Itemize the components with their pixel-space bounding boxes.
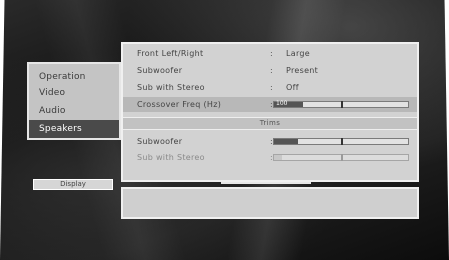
setting-row-front-left-right[interactable]: Front Left/Right : Large <box>123 46 417 61</box>
panel-divider <box>221 182 311 184</box>
slider-knob <box>341 154 343 161</box>
settings-category-menu: Operation Video Audio Speakers <box>27 62 121 140</box>
slider-fill <box>274 155 283 160</box>
trim-row-sub-with-stereo: Sub with Stereo : <box>123 150 417 165</box>
setting-value: Off <box>286 83 299 92</box>
separator: : <box>270 49 273 58</box>
trim-row-subwoofer[interactable]: Subwoofer : <box>123 134 417 149</box>
tv-screen: Operation Video Audio Speakers Display F… <box>0 0 449 260</box>
trim-label: Sub with Stereo <box>137 153 205 162</box>
speakers-settings-panel: Front Left/Right : Large Subwoofer : Pre… <box>121 42 419 182</box>
crossover-freq-slider[interactable]: 100 <box>273 100 409 108</box>
separator: : <box>270 83 273 92</box>
sub-with-stereo-trim-slider <box>273 154 409 161</box>
slider-value: 100 <box>276 100 288 107</box>
help-text-box <box>121 187 419 219</box>
display-button[interactable]: Display <box>33 179 113 190</box>
slider-knob[interactable] <box>341 101 343 108</box>
menu-item-video[interactable]: Video <box>29 84 119 102</box>
slider-knob[interactable] <box>341 138 343 145</box>
trims-section-header: Trims <box>123 117 417 130</box>
setting-row-sub-with-stereo[interactable]: Sub with Stereo : Off <box>123 80 417 95</box>
separator: : <box>270 66 273 75</box>
setting-label: Front Left/Right <box>137 49 204 58</box>
menu-item-audio[interactable]: Audio <box>29 102 119 120</box>
setting-row-subwoofer[interactable]: Subwoofer : Present <box>123 63 417 78</box>
slider-fill <box>274 139 299 144</box>
setting-value: Large <box>286 49 311 58</box>
setting-label: Sub with Stereo <box>137 83 205 92</box>
setting-label: Crossover Freq (Hz) <box>137 100 222 109</box>
setting-row-crossover-freq[interactable]: Crossover Freq (Hz) : 100 <box>123 97 417 112</box>
subwoofer-trim-slider[interactable] <box>273 138 409 145</box>
setting-value: Present <box>286 66 319 75</box>
menu-item-speakers[interactable]: Speakers <box>29 120 119 138</box>
trim-label: Subwoofer <box>137 137 183 146</box>
setting-label: Subwoofer <box>137 66 183 75</box>
